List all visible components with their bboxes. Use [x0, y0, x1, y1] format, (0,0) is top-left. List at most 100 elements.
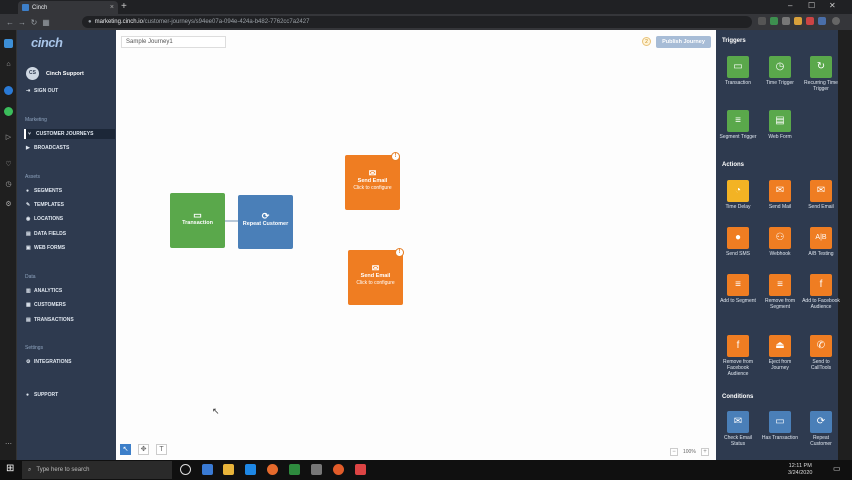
sidebar-item-templates[interactable]: ✎ TEMPLATES — [24, 200, 115, 210]
sidebar-item-web-forms[interactable]: ▣ WEB FORMS — [24, 243, 115, 253]
url-path: /customer-journeys/s94ee07a-094e-424a-b4… — [142, 19, 310, 25]
close-tab-icon[interactable]: × — [110, 4, 114, 11]
mouse-cursor-icon: ↖ — [212, 406, 220, 416]
analytics-icon: ▥ — [26, 287, 31, 294]
palette-send-email[interactable]: ✉ Send Email — [802, 180, 840, 210]
scrollbar[interactable] — [838, 30, 852, 460]
maximize-icon[interactable]: ☐ — [808, 1, 815, 10]
profile-avatar[interactable] — [832, 17, 840, 25]
connector-line — [225, 220, 238, 222]
back-icon[interactable]: ← — [4, 18, 16, 27]
extension-icon[interactable] — [818, 17, 826, 25]
palette-repeat-customer[interactable]: ⟳ Repeat Customer — [802, 411, 840, 447]
notifications-icon[interactable]: ▭ — [833, 464, 843, 474]
task-view-icon[interactable] — [202, 464, 213, 475]
palette-eject-from-journey[interactable]: ⏏ Eject from Journey — [761, 335, 799, 371]
palette-web-form[interactable]: ▤ Web Form — [761, 110, 799, 140]
sidebar-item-customers[interactable]: ▦ CUSTOMERS — [24, 300, 115, 310]
text-tool-button[interactable]: T — [156, 444, 167, 455]
brave-icon[interactable] — [333, 464, 344, 475]
publish-journey-button[interactable]: Publish Journey — [656, 36, 711, 48]
palette-ab-testing[interactable]: A|B A/B Testing — [802, 227, 840, 257]
palette-remove-from-facebook-audience[interactable]: f Remove from Facebook Audience — [719, 335, 757, 377]
palette-send-sms[interactable]: ● Send SMS — [719, 227, 757, 257]
data-fields-icon: ▤ — [26, 230, 31, 237]
heart-icon[interactable]: ♡ — [4, 160, 13, 169]
palette-remove-from-segment[interactable]: ≡ Remove from Segment — [761, 274, 799, 310]
node-label: Send Email — [360, 273, 391, 279]
settings-gear-icon[interactable]: ⚙ — [4, 200, 13, 209]
sidebar-item-segments[interactable]: ● SEGMENTS — [24, 186, 115, 196]
firefox-icon[interactable] — [267, 464, 278, 475]
taskbar-search-box[interactable]: ⌕ Type here to search — [22, 461, 172, 479]
node-repeat-customer[interactable]: ⟳ Repeat Customer — [238, 195, 293, 249]
pan-tool-button[interactable]: ✥ — [138, 444, 149, 455]
apps-icon[interactable]: ▦ — [40, 18, 52, 27]
sidebar-item-broadcasts[interactable]: ▶ BROADCASTS — [24, 143, 115, 153]
palette-webhook[interactable]: ⚇ Webhook — [761, 227, 799, 257]
file-explorer-icon[interactable] — [223, 464, 234, 475]
palette-recurring-time-trigger[interactable]: ↻ Recurring Time Trigger — [802, 56, 840, 92]
url-field[interactable]: ● marketing.cinch.io/customer-journeys/s… — [82, 16, 752, 28]
play-icon[interactable]: ▷ — [4, 133, 13, 142]
sign-out-link[interactable]: ⇥ SIGN OUT — [24, 86, 115, 96]
select-tool-button[interactable]: ↖ — [120, 444, 131, 455]
app-icon[interactable] — [355, 464, 366, 475]
sidebar-item-support[interactable]: ● SUPPORT — [24, 390, 115, 400]
home-icon[interactable]: ⌂ — [4, 60, 13, 69]
palette-send-to-calltools[interactable]: ✆ Send to CallTools — [802, 335, 840, 371]
journey-icon: ⑂ — [28, 130, 32, 137]
whatsapp-icon[interactable] — [4, 107, 13, 116]
reload-icon[interactable]: ↻ — [28, 18, 40, 27]
clock-icon[interactable]: ◷ — [4, 180, 13, 189]
journey-name-input[interactable]: Sample Journey1 — [121, 36, 226, 48]
forward-icon[interactable]: → — [16, 18, 28, 27]
cinch-logo[interactable]: cinch — [31, 35, 63, 50]
sidebar-item-transactions[interactable]: ▤ TRANSACTIONS — [24, 315, 115, 325]
node-send-email-1[interactable]: ✉ Send Email Click to configure — [345, 155, 400, 210]
palette-transaction[interactable]: ▭ Transaction — [719, 56, 757, 86]
palette-has-transaction[interactable]: ▭ Has Transaction — [761, 411, 799, 441]
palette-add-to-facebook-audience[interactable]: f Add to Facebook Audience — [802, 274, 840, 310]
messenger-icon[interactable] — [4, 86, 13, 95]
windows-start-icon[interactable]: ⊞ — [6, 464, 16, 474]
extension-icon[interactable] — [770, 17, 778, 25]
excel-icon[interactable] — [289, 464, 300, 475]
palette-add-to-segment[interactable]: ≡ Add to Segment — [719, 274, 757, 304]
palette-send-mail[interactable]: ✉ Send Mail — [761, 180, 799, 210]
extension-icon[interactable] — [782, 17, 790, 25]
browser-tab-bar — [0, 0, 852, 14]
extension-icon[interactable] — [794, 17, 802, 25]
window-close-icon[interactable]: ✕ — [829, 1, 836, 10]
extension-icon[interactable] — [758, 17, 766, 25]
extension-icon[interactable] — [806, 17, 814, 25]
edge-icon[interactable] — [245, 464, 256, 475]
palette-segment-trigger[interactable]: ≡ Segment Trigger — [719, 110, 757, 140]
warning-icon: ! — [395, 248, 404, 257]
sidebar-item-analytics[interactable]: ▥ ANALYTICS — [24, 286, 115, 296]
sidebar-item-locations[interactable]: ◉ LOCATIONS — [24, 214, 115, 224]
browser-tab[interactable]: Cinch × — [18, 1, 118, 14]
node-send-email-2[interactable]: ✉ Send Email Click to configure — [348, 250, 403, 305]
section-settings: Settings — [25, 345, 44, 351]
minimize-icon[interactable]: – — [788, 1, 792, 10]
zoom-out-button[interactable]: − — [670, 448, 678, 456]
node-transaction[interactable]: ▭ Transaction — [170, 193, 225, 248]
cortana-icon[interactable] — [180, 464, 191, 475]
system-clock[interactable]: 12:11 PM 3/24/2020 — [788, 463, 812, 477]
palette-check-email-status[interactable]: ✉ Check Email Status — [719, 411, 757, 447]
palette-time-delay[interactable]: ◔ Time Delay — [719, 180, 757, 210]
app-icon[interactable] — [311, 464, 322, 475]
sidebar-item-customer-journeys[interactable]: ⑂ CUSTOMER JOURNEYS — [24, 129, 115, 139]
new-tab-button[interactable]: + — [121, 1, 127, 12]
sidebar-item-data-fields[interactable]: ▤ DATA FIELDS — [24, 229, 115, 239]
zoom-in-button[interactable]: + — [701, 448, 709, 456]
palette-time-trigger[interactable]: ◷ Time Trigger — [761, 56, 799, 86]
dock-app-icon[interactable] — [4, 39, 13, 48]
palette-label: Send to CallTools — [810, 359, 832, 371]
sidebar-item-label: SUPPORT — [34, 392, 59, 398]
warning-count-badge[interactable]: 2 — [642, 37, 651, 46]
sidebar-item-integrations[interactable]: ⚙ INTEGRATIONS — [24, 357, 115, 367]
more-icon[interactable]: ⋯ — [4, 440, 13, 449]
user-avatar[interactable]: CS — [26, 67, 39, 80]
